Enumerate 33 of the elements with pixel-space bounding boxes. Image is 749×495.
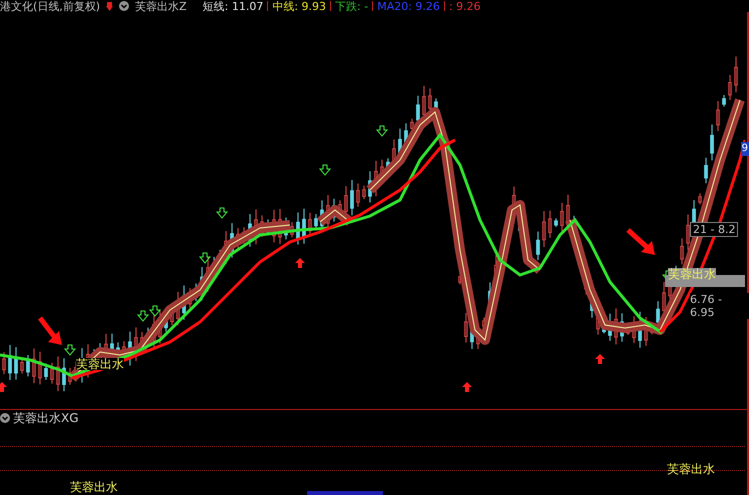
pointer-arrow [626,228,655,255]
indicator-value: 短线: 11.07 [202,0,264,12]
signal-label: 芙蓉出水 [667,463,715,475]
trend-band [316,205,354,226]
signal-label: 芙蓉出水 [70,481,118,493]
dropdown-circle-icon[interactable] [119,1,130,11]
down-arrow-icon [318,164,332,176]
up-arrow-icon [295,258,305,268]
panel-title: 芙蓉出水XG [13,412,79,424]
down-arrow-icon [216,208,228,219]
indicator-value: : 9.26 [448,0,481,12]
stock-title: 港文化(日线,前复权) [0,0,100,12]
up-arrow-icon [462,382,472,392]
dropdown-circle-icon[interactable] [0,413,10,423]
price-range-label: 6.76 - 6.95 [690,293,749,319]
down-marker-icon [106,2,114,10]
down-arrow-icon [198,252,212,264]
down-arrow-icon [136,310,150,322]
signal-label: 芙蓉出水 [668,268,716,280]
indicator-value: MA20: 9.26 [377,0,440,12]
indicator-name: 芙蓉出水Z [135,0,187,12]
indicator-value: 下跌: - [335,0,368,12]
scroll-thumb[interactable] [307,491,383,495]
down-arrow-icon [148,306,162,317]
price-tag: 9 [740,142,749,156]
down-arrow-icon [376,126,388,137]
pointer-arrow [38,316,62,345]
up-arrow-icon [595,354,605,364]
signal-label: 芙蓉出水 [76,358,124,370]
indicator-value: 中线: 9.93 [272,0,326,12]
price-range-label: 21 - 8.2 [690,222,738,237]
down-arrow-icon [64,344,76,356]
up-arrow-icon [0,382,7,392]
